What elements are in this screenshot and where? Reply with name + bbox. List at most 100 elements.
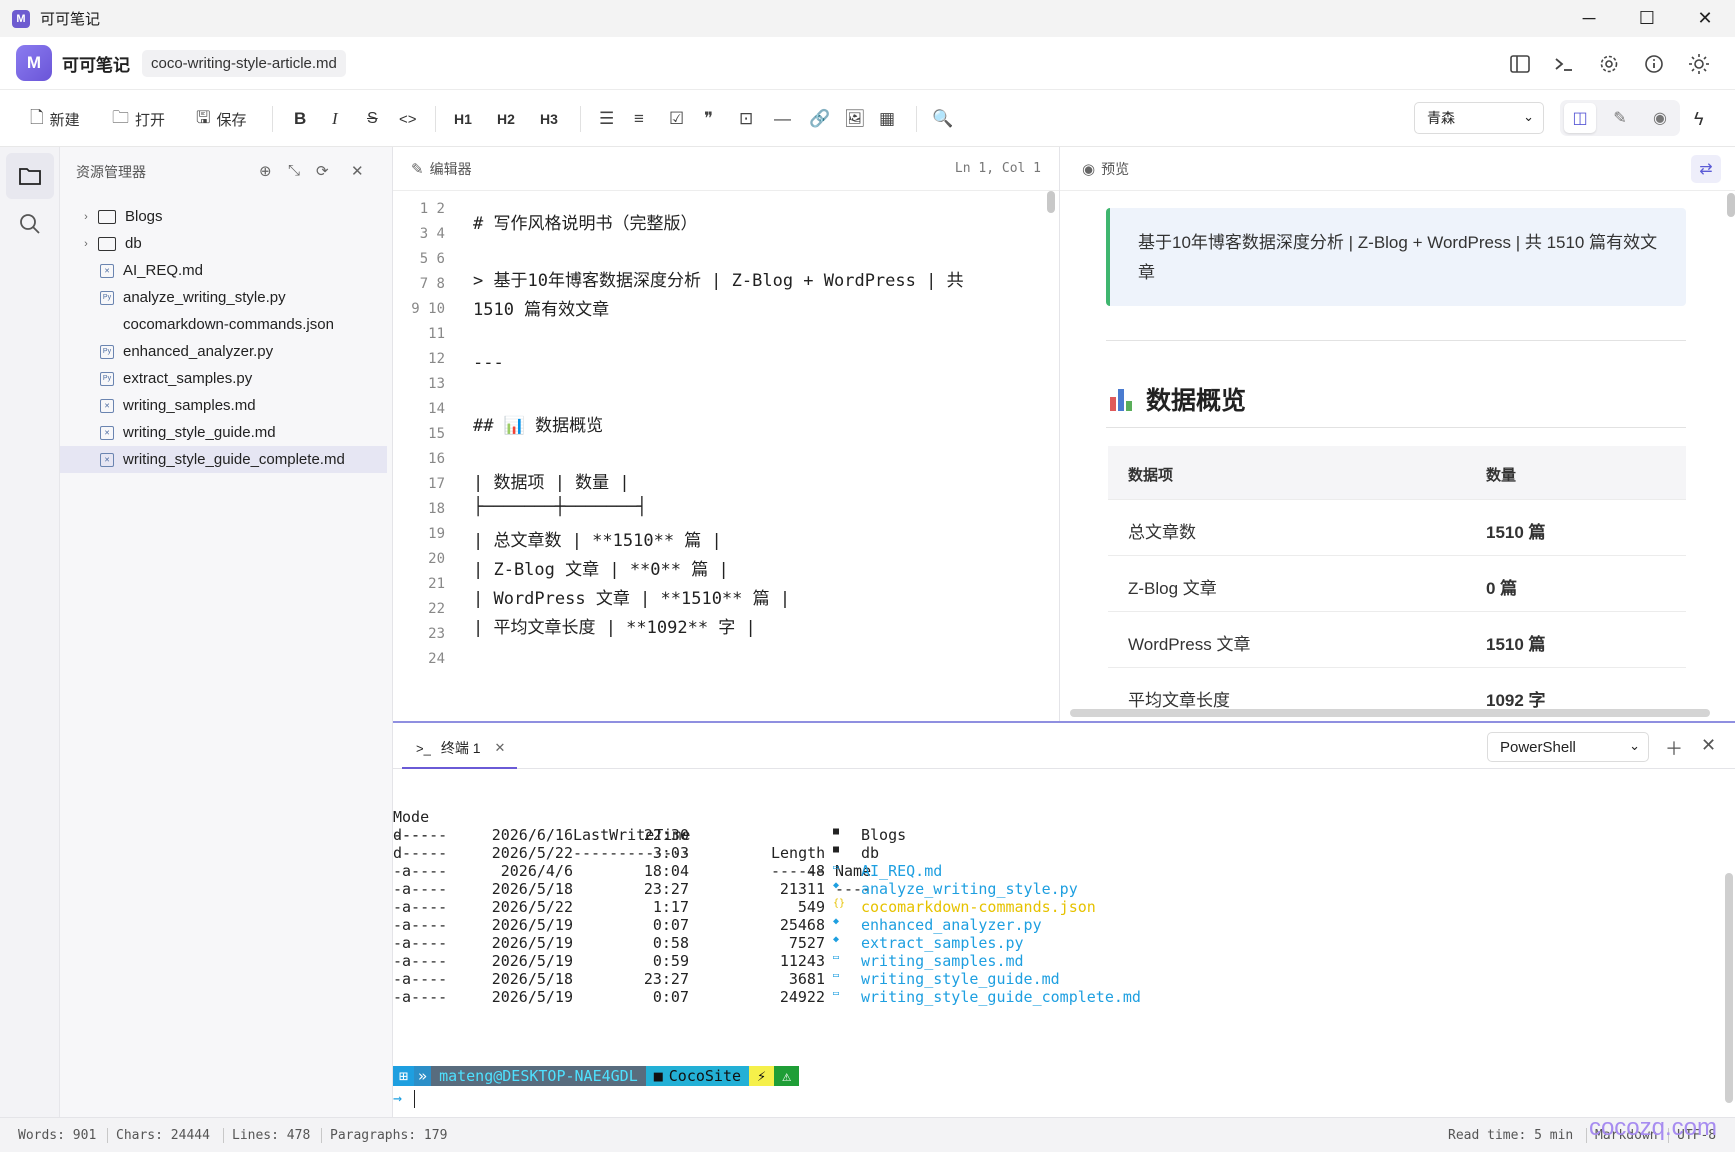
- shell-select-value: PowerShell: [1500, 738, 1576, 756]
- line-number: 7 8: [419, 276, 445, 292]
- terminal-scrollbar[interactable]: [1725, 873, 1733, 1103]
- line-number: 9 10: [411, 301, 445, 317]
- table-button[interactable]: ▦: [879, 104, 901, 134]
- tree-item[interactable]: cocomarkdown-commands.json: [60, 311, 387, 338]
- terminal-tab[interactable]: >_ 终端 1 ✕: [402, 729, 517, 769]
- python-file-icon: Py: [100, 344, 114, 359]
- horizontal-rule-button[interactable]: —: [774, 104, 797, 134]
- about-button[interactable]: [1641, 51, 1667, 77]
- inline-code-button[interactable]: <>: [399, 104, 417, 134]
- row-date: 2026/5/19: [491, 952, 573, 970]
- tree-item[interactable]: › Blogs: [60, 203, 387, 230]
- explorer-activity-button[interactable]: [6, 153, 54, 199]
- theme-toggle-button[interactable]: [1686, 51, 1712, 77]
- new-terminal-icon[interactable]: ＋: [1665, 735, 1683, 761]
- tree-item-label: extract_samples.py: [123, 370, 253, 387]
- heading2-button[interactable]: H2: [497, 104, 515, 134]
- image-icon: 🖼: [844, 109, 866, 128]
- search-activity-button[interactable]: [6, 201, 54, 247]
- table-cell: 1092 字: [1486, 691, 1546, 710]
- app-icon: M: [12, 9, 30, 28]
- tree-item[interactable]: ✕ writing_samples.md: [60, 392, 387, 419]
- split-view-icon: ◫: [1572, 110, 1588, 127]
- italic-button[interactable]: I: [332, 104, 338, 134]
- explorer-header: 资源管理器 ⊕ ⤡ ⟳ ✕: [60, 147, 393, 197]
- tree-item[interactable]: ✕ writing_style_guide.md: [60, 419, 387, 446]
- sync-scroll-button[interactable]: ⇄: [1691, 155, 1721, 183]
- link-button[interactable]: 🔗: [809, 104, 836, 134]
- row-time: 0:58: [652, 934, 689, 952]
- quick-action-button[interactable]: ϟ: [1694, 104, 1704, 134]
- editor-scrollbar[interactable]: [1047, 191, 1055, 213]
- prompt-arrow: →: [393, 1089, 403, 1107]
- image-button[interactable]: 🖼: [844, 104, 872, 134]
- chevron-down-icon: ⌄: [1629, 738, 1640, 753]
- row-mode: -a----: [393, 988, 448, 1006]
- shell-select[interactable]: PowerShell ⌄: [1487, 732, 1649, 762]
- preview-view-button[interactable]: ◉: [1644, 103, 1676, 133]
- row-length: 21311: [779, 880, 825, 898]
- search-button[interactable]: 🔍: [932, 104, 959, 134]
- heading1-button[interactable]: H1: [454, 104, 472, 134]
- numbered-list-button[interactable]: ≡: [634, 104, 650, 134]
- new-file-button[interactable]: 🗋 新建: [30, 104, 80, 134]
- table-cell: 1510 篇: [1486, 523, 1546, 542]
- table-header-cell: 数量: [1486, 467, 1517, 484]
- new-file-icon[interactable]: ⊕: [259, 162, 272, 180]
- prompt-directory: ■ CocoSite: [645, 1066, 750, 1086]
- preview-scrollbar[interactable]: [1727, 193, 1735, 217]
- tree-item[interactable]: Py extract_samples.py: [60, 365, 387, 392]
- task-list-button[interactable]: ☑: [669, 104, 690, 134]
- strikethrough-button[interactable]: S: [367, 104, 378, 134]
- toolbar-divider: [916, 106, 917, 132]
- tree-item-label: writing_style_guide_complete.md: [123, 451, 345, 468]
- terminal-toggle-button[interactable]: [1551, 51, 1577, 77]
- toggle-sidebar-button[interactable]: [1507, 51, 1533, 77]
- refresh-icon[interactable]: ⟳: [316, 162, 329, 180]
- row-length: 11243: [779, 952, 825, 970]
- collapse-all-icon[interactable]: ⤡: [288, 162, 300, 179]
- line-number: 15: [428, 426, 445, 442]
- tree-item[interactable]: › db: [60, 230, 387, 257]
- table-header-cell: 数据项: [1128, 467, 1174, 484]
- close-icon[interactable]: ✕: [351, 162, 364, 180]
- preview-title: 预览: [1101, 160, 1130, 177]
- tree-item[interactable]: ✕ AI_REQ.md: [60, 257, 387, 284]
- close-tab-icon[interactable]: ✕: [495, 740, 506, 756]
- close-window-button[interactable]: ✕: [1676, 0, 1734, 37]
- code-block-icon: ⊡: [739, 109, 754, 128]
- search-icon: [20, 214, 40, 234]
- toolbar-divider: [580, 106, 581, 132]
- save-file-button[interactable]: 🖫 保存: [196, 104, 247, 134]
- tree-item-label: analyze_writing_style.py: [123, 289, 286, 306]
- minimize-button[interactable]: ─: [1560, 0, 1618, 37]
- link-icon: 🔗: [809, 109, 831, 128]
- tree-item[interactable]: Py analyze_writing_style.py: [60, 284, 387, 311]
- maximize-button[interactable]: ☐: [1618, 0, 1676, 37]
- file-explorer: 资源管理器 ⊕ ⤡ ⟳ ✕ › Blogs › db ✕ AI_REQ.md Py analy…: [60, 147, 393, 1117]
- heading3-button[interactable]: H3: [540, 104, 558, 134]
- bullet-list-button[interactable]: ☰: [599, 104, 620, 134]
- bold-button[interactable]: B: [294, 104, 306, 134]
- eye-icon: ◉: [1082, 160, 1096, 178]
- quote-button[interactable]: ❞: [704, 104, 719, 134]
- settings-button[interactable]: [1596, 51, 1622, 77]
- tree-item[interactable]: ✕ writing_style_guide_complete.md: [60, 446, 387, 473]
- terminal-input-line[interactable]: →: [393, 1089, 416, 1108]
- open-file-button[interactable]: 🗀 打开: [112, 104, 165, 134]
- row-time: 0:07: [652, 988, 689, 1006]
- terminal-icon: >_: [416, 740, 431, 756]
- theme-select[interactable]: 青森 ⌄: [1414, 102, 1544, 134]
- file-type-icon: ▭: [833, 988, 840, 999]
- explorer-title: 资源管理器: [76, 164, 146, 180]
- code-block-button[interactable]: ⊡: [739, 104, 759, 134]
- table-row: 总文章数 1510 篇: [1108, 500, 1686, 556]
- tree-item[interactable]: Py enhanced_analyzer.py: [60, 338, 387, 365]
- row-date: 2026/5/22: [491, 844, 573, 862]
- close-terminal-icon[interactable]: ✕: [1701, 735, 1716, 756]
- json-file-icon: [100, 318, 114, 332]
- edit-view-button[interactable]: ✎: [1604, 103, 1636, 133]
- line-number: 23: [428, 626, 445, 642]
- preview-horizontal-scrollbar[interactable]: [1070, 709, 1710, 717]
- split-view-button[interactable]: ◫: [1564, 103, 1596, 133]
